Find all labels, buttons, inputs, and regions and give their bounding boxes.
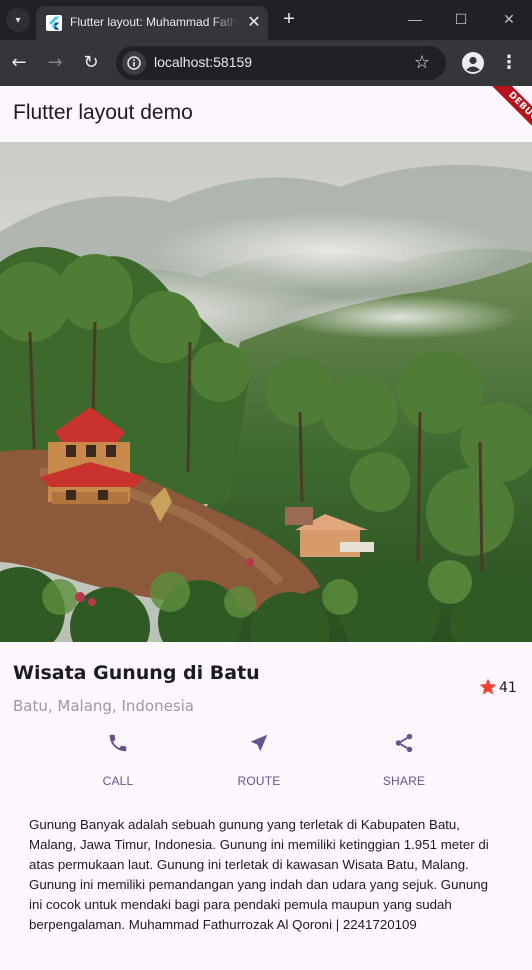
- star-icon: [478, 677, 498, 697]
- bookmark-star-icon[interactable]: ☆: [410, 51, 434, 75]
- url-text: localhost:58159: [154, 54, 253, 70]
- browser-tab-strip: ▾ Flutter layout: Muhammad Fathurrozak A…: [0, 0, 532, 40]
- chevron-down-icon: ▾: [15, 14, 21, 26]
- phone-icon: [109, 734, 127, 752]
- place-title: Wisata Gunung di Batu: [13, 662, 260, 684]
- app-bar: Flutter layout demo: [0, 86, 532, 142]
- reload-icon[interactable]: ↻: [78, 50, 104, 76]
- browser-toolbar: ← → ↻ localhost:58159 ☆ ⋮: [0, 40, 532, 86]
- share-label: SHARE: [382, 774, 426, 788]
- new-tab-button[interactable]: +: [278, 8, 300, 30]
- navigation-icon: [250, 734, 268, 752]
- route-label: ROUTE: [237, 774, 281, 788]
- rating-count: 41: [499, 680, 517, 696]
- call-button[interactable]: CALL: [68, 732, 168, 788]
- mountain-landscape-image: [0, 142, 532, 642]
- place-location: Batu, Malang, Indonesia: [13, 697, 195, 715]
- debug-ribbon-label: DEBUG: [486, 86, 532, 144]
- minimize-window-icon[interactable]: —: [400, 6, 430, 32]
- close-tab-icon[interactable]: ✕: [244, 12, 264, 32]
- debug-banner: DEBUG: [472, 86, 532, 146]
- maximize-window-icon[interactable]: ☐: [446, 6, 476, 32]
- browser-tab[interactable]: Flutter layout: Muhammad Fathurrozak Al …: [36, 6, 268, 40]
- description-text: Gunung Banyak adalah sebuah gunung yang …: [29, 817, 489, 932]
- tab-search-button[interactable]: ▾: [6, 8, 30, 32]
- share-button[interactable]: SHARE: [354, 732, 454, 788]
- forward-arrow-icon[interactable]: →: [42, 50, 68, 76]
- tab-title: Flutter layout: Muhammad Fathurrozak Al …: [70, 15, 238, 29]
- profile-avatar-icon[interactable]: [460, 50, 486, 76]
- back-arrow-icon[interactable]: ←: [6, 50, 32, 76]
- app-title: Flutter layout demo: [13, 101, 193, 124]
- close-window-icon[interactable]: ✕: [494, 6, 524, 32]
- flutter-favicon-icon: [46, 15, 62, 31]
- call-label: CALL: [102, 774, 134, 788]
- share-icon: [395, 733, 413, 753]
- title-section: Wisata Gunung di Batu Batu, Malang, Indo…: [0, 642, 532, 724]
- address-bar[interactable]: localhost:58159 ☆: [116, 46, 446, 80]
- more-menu-icon[interactable]: ⋮: [498, 50, 520, 76]
- action-buttons-row: CALL ROUTE SHARE: [0, 724, 532, 794]
- site-info-icon[interactable]: [122, 51, 146, 75]
- route-button[interactable]: ROUTE: [209, 732, 309, 788]
